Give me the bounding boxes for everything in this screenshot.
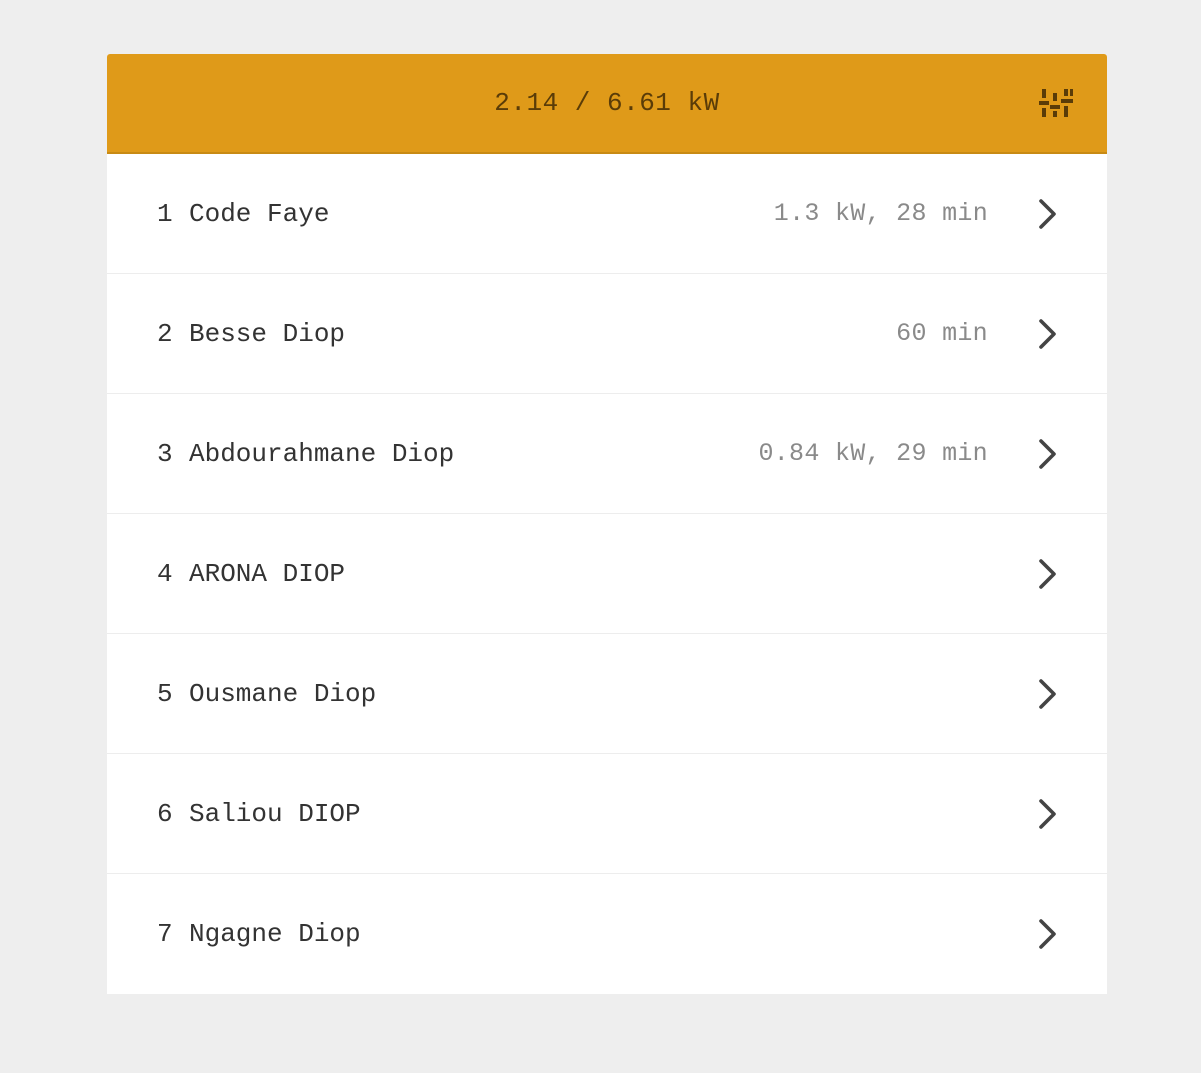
power-header: 2.14 / 6.61 kW xyxy=(107,54,1107,154)
row-number: 1 xyxy=(157,198,173,229)
charger-list: 1 Code Faye 1.3 kW, 28 min 2 Besse Diop … xyxy=(107,154,1107,994)
sliders-icon xyxy=(1039,89,1073,117)
row-name: ARONA DIOP xyxy=(189,558,346,589)
row-info: 60 min xyxy=(896,319,988,348)
chevron-right-icon xyxy=(1037,678,1059,710)
row-name: Ousmane Diop xyxy=(189,678,377,709)
row-number: 3 xyxy=(157,438,173,469)
chevron-right-icon xyxy=(1037,798,1059,830)
row-number: 4 xyxy=(157,558,173,589)
charger-row-3[interactable]: 3 Abdourahmane Diop 0.84 kW, 29 min xyxy=(107,394,1107,514)
charger-row-7[interactable]: 7 Ngagne Diop xyxy=(107,874,1107,994)
row-name: Ngagne Diop xyxy=(189,919,361,949)
chevron-right-icon xyxy=(1037,558,1059,590)
row-name: Abdourahmane Diop xyxy=(189,438,455,469)
row-name: Saliou DIOP xyxy=(189,798,361,829)
row-info: 0.84 kW, 29 min xyxy=(758,439,988,468)
charger-row-2[interactable]: 2 Besse Diop 60 min xyxy=(107,274,1107,394)
row-name: Besse Diop xyxy=(189,318,346,349)
row-number: 5 xyxy=(157,678,173,709)
row-info: 1.3 kW, 28 min xyxy=(773,199,988,228)
row-number: 6 xyxy=(157,798,173,829)
row-name: Code Faye xyxy=(189,198,330,229)
charger-row-5[interactable]: 5 Ousmane Diop xyxy=(107,634,1107,754)
row-number: 2 xyxy=(157,318,173,349)
charger-row-6[interactable]: 6 Saliou DIOP xyxy=(107,754,1107,874)
row-number: 7 xyxy=(157,919,173,949)
chevron-right-icon xyxy=(1037,918,1059,950)
charger-row-4[interactable]: 4 ARONA DIOP xyxy=(107,514,1107,634)
total-power-readout: 2.14 / 6.61 kW xyxy=(494,88,720,118)
chevron-right-icon xyxy=(1037,198,1059,230)
charging-panel: 2.14 / 6.61 kW 1 Code Faye 1.3 kW, 28 mi… xyxy=(107,54,1107,994)
chevron-right-icon xyxy=(1037,318,1059,350)
settings-button[interactable] xyxy=(1039,87,1075,119)
chevron-right-icon xyxy=(1037,438,1059,470)
charger-row-1[interactable]: 1 Code Faye 1.3 kW, 28 min xyxy=(107,154,1107,274)
